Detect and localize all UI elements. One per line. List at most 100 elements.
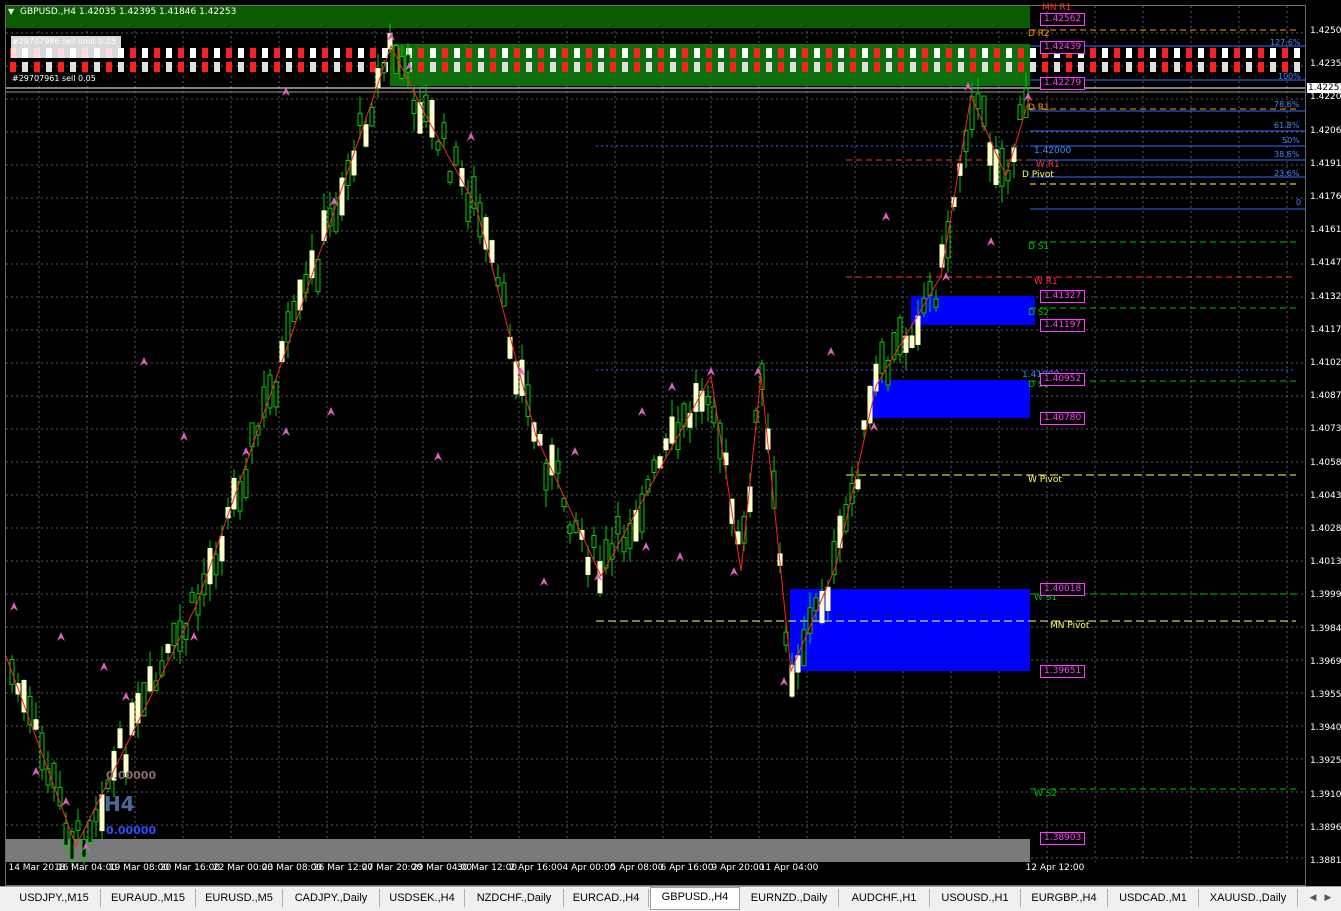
order-marker	[862, 48, 868, 58]
tab-gbpusd-h4[interactable]: GBPUSD.,H4	[650, 887, 740, 910]
candle-body	[801, 629, 807, 667]
header-collapse-icon[interactable]: ▼	[8, 7, 14, 16]
fib-label: 0	[1296, 198, 1302, 207]
tab-eurnzd-daily[interactable]: EURNZD.,Daily	[740, 889, 839, 907]
candle-body	[693, 383, 699, 412]
tab-usdcad-m1[interactable]: USDCAD.,M1	[1108, 889, 1199, 907]
candle-body	[471, 176, 477, 209]
candle-body	[243, 469, 249, 498]
price-axis[interactable]: 1.42500 1.42355 1.42205 1.42060 1.41910 1.417…	[1306, 5, 1341, 886]
tabs-scroll-left-icon[interactable]: ◀	[1307, 891, 1319, 905]
tab-audchf-h1[interactable]: AUDCHF.,H1	[839, 889, 930, 907]
order-label-sell-limit[interactable]: #29707986 sell limit 0.05	[12, 37, 116, 46]
tab-xauusd-daily[interactable]: XAUUSD.,Daily	[1199, 889, 1298, 907]
order-marker	[1126, 62, 1132, 72]
order-marker	[466, 48, 472, 58]
tabs-scroll-right-icon[interactable]: ▶	[1322, 891, 1334, 905]
tab-nzdchf-daily[interactable]: NZDCHF.,Daily	[465, 889, 564, 907]
candle-body	[87, 820, 93, 843]
price-tick: 1.40730	[1310, 424, 1341, 435]
fib-label: 100%	[1278, 72, 1301, 81]
level-d-s2: D S2	[1028, 308, 1050, 318]
fractal-arrow	[57, 632, 65, 641]
price-tick: 1.41025	[1310, 358, 1341, 368]
box-label: 1.42439	[1040, 41, 1086, 54]
price-tick: 1.41910	[1310, 158, 1341, 169]
candle-body	[345, 159, 351, 186]
tab-eurusd-m5[interactable]: EURUSD.,M5	[196, 889, 283, 907]
order-marker	[1294, 62, 1300, 72]
order-marker	[802, 48, 808, 58]
order-marker	[298, 62, 304, 72]
order-marker	[1222, 62, 1228, 72]
order-marker	[862, 62, 868, 72]
order-marker	[502, 62, 508, 72]
order-marker	[550, 62, 556, 72]
order-marker	[1246, 62, 1252, 72]
order-marker	[22, 62, 28, 72]
order-marker	[718, 62, 724, 72]
candle-body	[93, 809, 99, 823]
order-marker	[478, 62, 484, 72]
tab-usdjpy-m15[interactable]: USDJPY.,M15	[8, 889, 101, 907]
order-marker	[934, 48, 940, 58]
tab-cadjpy-daily[interactable]: CADJPY.,Daily	[283, 889, 380, 907]
price-tick: 1.39400	[1310, 723, 1341, 734]
order-marker	[754, 48, 760, 58]
price-tick: 1.42060	[1310, 125, 1341, 136]
tab-usousd-h1[interactable]: USOUSD.,H1	[930, 889, 1021, 907]
candle-body	[909, 335, 915, 348]
order-marker	[886, 62, 892, 72]
box-label: 1.40780	[1040, 412, 1086, 425]
order-label-sell[interactable]: #29707961 sell 0.05	[12, 74, 96, 83]
fractal-arrow	[668, 382, 676, 391]
candle-body	[447, 171, 453, 183]
candle-body	[303, 273, 309, 294]
candle-body	[933, 298, 939, 308]
order-marker	[1018, 62, 1024, 72]
order-marker	[526, 48, 532, 58]
order-marker	[310, 48, 316, 58]
order-marker	[430, 48, 436, 58]
order-marker	[730, 62, 736, 72]
order-marker	[466, 62, 472, 72]
price-chart[interactable]	[6, 6, 1306, 886]
candle-body	[993, 149, 999, 185]
order-marker	[154, 62, 160, 72]
candle-body	[291, 300, 297, 323]
candle-body	[861, 420, 867, 430]
order-marker	[226, 48, 232, 58]
order-marker	[514, 48, 520, 58]
order-marker	[1054, 62, 1060, 72]
order-marker	[646, 48, 652, 58]
order-marker	[1234, 62, 1240, 72]
tab-usdsek-h4[interactable]: USDSEK.,H4	[380, 889, 465, 907]
fractal-arrow	[707, 367, 715, 376]
order-marker	[334, 48, 340, 58]
fractal-arrow	[242, 447, 250, 456]
order-marker	[286, 62, 292, 72]
order-marker	[1210, 48, 1216, 58]
time-tick: 6 Apr 16:00	[660, 863, 714, 873]
order-marker	[742, 48, 748, 58]
candle-body	[117, 728, 123, 749]
order-marker	[754, 62, 760, 72]
candle-body	[669, 416, 675, 444]
tab-eurcad-h4[interactable]: EURCAD.,H4	[564, 889, 649, 907]
chart-area[interactable]	[5, 5, 1306, 886]
order-marker	[430, 62, 436, 72]
tab-euraud-m15[interactable]: EURAUD.,M15	[101, 889, 196, 907]
box-label: 1.38903	[1040, 832, 1086, 845]
order-marker	[1186, 62, 1192, 72]
order-marker	[1174, 62, 1180, 72]
candle-body	[189, 591, 195, 603]
candle-body	[543, 462, 549, 491]
candle-body	[39, 732, 45, 771]
tab-eurgbp-h4[interactable]: EURGBP.,H4	[1021, 889, 1108, 907]
price-tick: 1.38960	[1310, 822, 1341, 833]
order-marker	[202, 48, 208, 58]
order-marker	[1186, 48, 1192, 58]
fractal-arrow	[434, 452, 442, 461]
order-marker	[490, 62, 496, 72]
price-tick: 1.40285	[1310, 524, 1341, 534]
